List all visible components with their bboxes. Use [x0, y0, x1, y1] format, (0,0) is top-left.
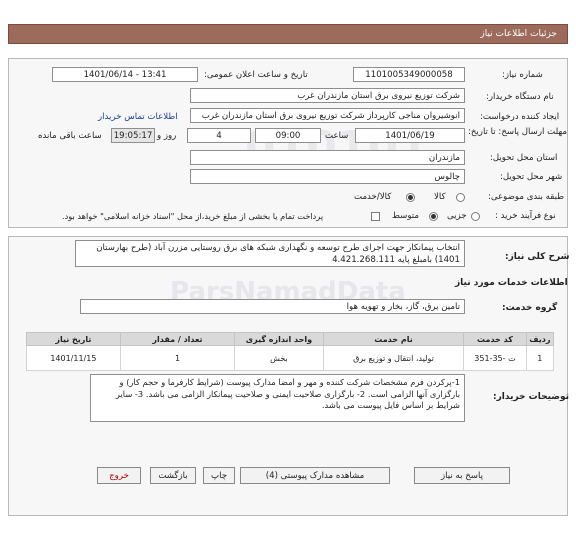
description-label: شرح کلی نیاز:	[505, 252, 570, 262]
buyer-notes-field: 1-پرکردن فرم مشخصات شرکت کننده و مهر و ا…	[90, 374, 465, 422]
col-unit: واحد اندازه گیری	[234, 332, 324, 346]
category-label: طبقه بندی موضوعی:	[488, 192, 565, 202]
page-title: جزئیات اطلاعات نیاز	[480, 29, 557, 39]
process-medium-label: متوسط	[392, 211, 419, 221]
announce-date-field: 1401/06/14 - 13:41	[52, 67, 198, 82]
view-attachments-button[interactable]: مشاهده مدارک پیوستی (4)	[240, 467, 390, 484]
buyer-notes-label: توضیحات خریدار:	[493, 392, 569, 402]
process-medium-radio[interactable]	[429, 212, 438, 221]
creator-field: انوشیروان مناجی کارپرداز شرکت توزیع نیرو…	[190, 108, 465, 123]
deadline-label: مهلت ارسال پاسخ: تا تاریخ:	[467, 127, 567, 137]
col-service-name: نام خدمت	[322, 332, 465, 346]
days-remaining-field: 4	[187, 128, 251, 143]
category-both-label: کالا/خدمت	[354, 192, 392, 202]
city-label: شهر محل تحویل:	[500, 172, 563, 182]
city-field: چالوس	[190, 169, 465, 184]
category-both-radio[interactable]	[406, 193, 415, 202]
announce-date-label: تاریخ و ساعت اعلان عمومی:	[204, 70, 308, 80]
deadline-time-field: 09:00	[255, 128, 321, 143]
treasury-checkbox[interactable]	[371, 212, 380, 221]
buyer-contact-link[interactable]: اطلاعات تماس خریدار	[98, 112, 178, 122]
province-field: مازندران	[190, 150, 465, 165]
col-quantity: تعداد / مقدار	[119, 332, 236, 346]
back-button[interactable]: بازگشت	[150, 467, 196, 484]
table-header-row: ردیف کد خدمت نام خدمت واحد اندازه گیری ت…	[26, 332, 555, 346]
cell-row-number: 1	[525, 345, 555, 371]
exit-button[interactable]: خروج	[97, 467, 141, 484]
process-partial-radio[interactable]	[471, 212, 480, 221]
treasury-note: پرداخت تمام یا بخشی از مبلغ خرید،از محل …	[62, 211, 324, 221]
col-row-number: ردیف	[525, 332, 555, 346]
col-need-date: تاریخ نیاز	[26, 332, 121, 346]
creator-label: ایجاد کننده درخواست:	[480, 112, 560, 122]
info-panel	[8, 58, 568, 228]
days-label: روز و	[157, 131, 177, 141]
category-goods-radio[interactable]	[456, 193, 465, 202]
process-partial-label: جزیی	[447, 211, 467, 221]
cell-quantity: 1	[119, 345, 236, 371]
col-service-code: کد خدمت	[463, 332, 527, 346]
services-section-title: اطلاعات خدمات مورد نیاز	[455, 278, 568, 288]
service-group-label: گروه خدمت:	[502, 303, 558, 313]
need-number-field: 1101005349000058	[353, 67, 465, 82]
service-group-field: تامین برق، گاز، بخار و تهویه هوا	[80, 299, 465, 314]
table-row: 1 ت -35-351 تولید، انتقال و توزیع برق بخ…	[26, 345, 555, 371]
description-field: انتخاب پیمانکار جهت اجرای طرح توسعه و نگ…	[75, 240, 465, 267]
buyer-field: شرکت توزیع نیروی برق استان مازندران غرب	[190, 88, 465, 103]
cell-unit: بخش	[234, 345, 324, 371]
reply-to-need-button[interactable]: پاسخ به نیاز	[414, 467, 510, 484]
cell-service-code: ت -35-351	[463, 345, 527, 371]
need-number-label: شماره نیاز:	[502, 70, 543, 80]
province-label: استان محل تحویل:	[490, 153, 558, 163]
buyer-label: نام دستگاه خریدار:	[486, 92, 554, 102]
category-goods-label: کالا	[434, 192, 446, 202]
remaining-time-label: ساعت باقی مانده	[38, 131, 102, 141]
cell-need-date: 1401/11/15	[26, 345, 121, 371]
page-header: جزئیات اطلاعات نیاز	[8, 24, 568, 44]
process-label: نوع فرآیند خرید :	[495, 211, 556, 221]
deadline-date-field: 1401/06/19	[355, 128, 465, 143]
cell-service-name: تولید، انتقال و توزیع برق	[322, 345, 465, 371]
remaining-time-field: 19:05:17	[111, 128, 155, 143]
deadline-time-label: ساعت	[325, 131, 349, 141]
services-table: ردیف کد خدمت نام خدمت واحد اندازه گیری ت…	[26, 332, 555, 371]
print-button[interactable]: چاپ	[203, 467, 235, 484]
